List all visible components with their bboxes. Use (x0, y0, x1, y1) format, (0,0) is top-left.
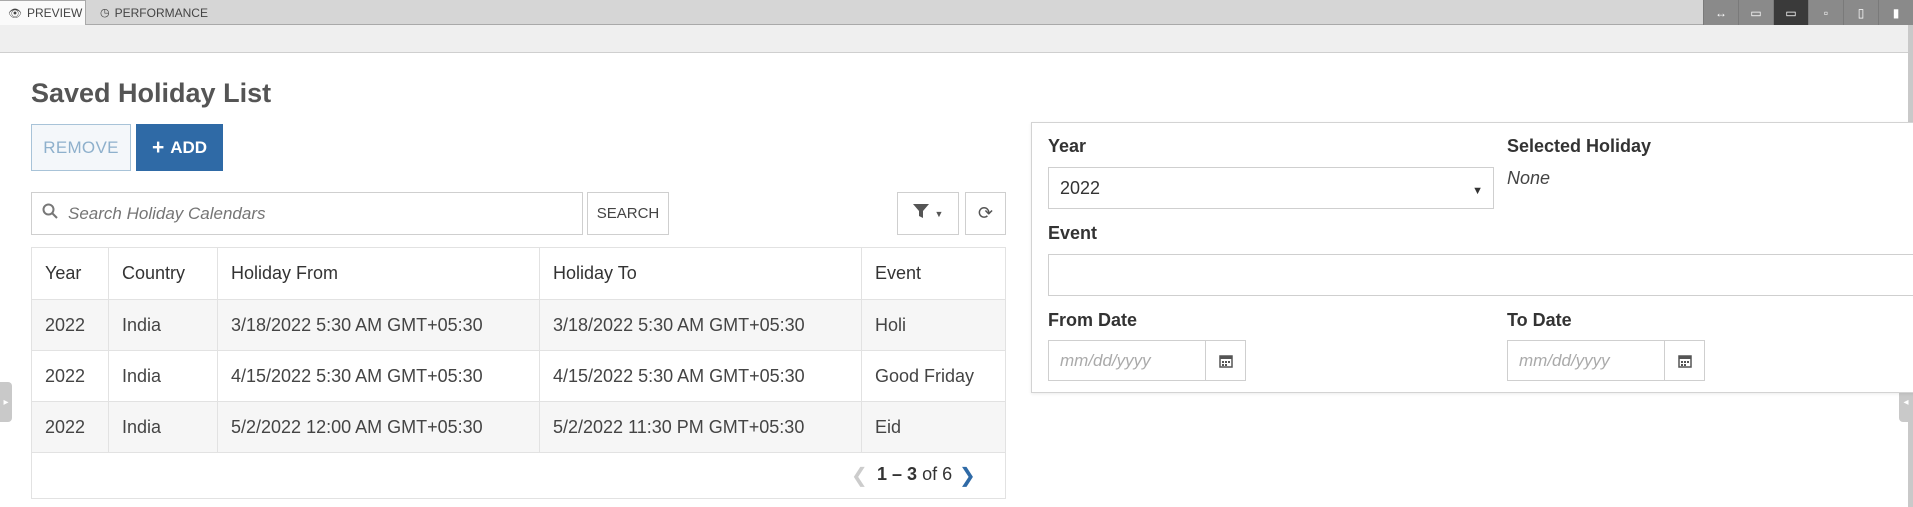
column-header-country[interactable]: Country (108, 247, 218, 300)
to-date-field[interactable]: mm/dd/yyyy (1507, 340, 1705, 381)
tab-performance[interactable]: ◷ PERFORMANCE (92, 0, 216, 25)
column-header-year[interactable]: Year (31, 247, 109, 300)
cell-event: Eid (861, 401, 1006, 453)
cell-holiday-to: 4/15/2022 5:30 AM GMT+05:30 (539, 350, 862, 402)
search-input[interactable] (68, 203, 548, 224)
refresh-icon: ⟳ (977, 203, 994, 223)
plus-icon: + (151, 135, 165, 159)
cell-holiday-to: 5/2/2022 11:30 PM GMT+05:30 (539, 401, 862, 453)
tab-preview[interactable]: 👁 PREVIEW (0, 0, 86, 25)
search-button[interactable]: SEARCH (587, 192, 669, 235)
column-header-holiday-from[interactable]: Holiday From (217, 247, 540, 300)
to-date-label: To Date (1507, 310, 1572, 330)
tab-performance-label: PERFORMANCE (114, 5, 208, 20)
cell-holiday-from: 3/18/2022 5:30 AM GMT+05:30 (217, 299, 540, 351)
cell-year: 2022 (31, 299, 109, 351)
refresh-button[interactable]: ⟳ (965, 192, 1006, 235)
cell-holiday-from: 4/15/2022 5:30 AM GMT+05:30 (217, 350, 540, 402)
cell-event: Holi (861, 299, 1006, 351)
desktop-wide-icon[interactable]: ▭ (1738, 0, 1773, 25)
column-header-event[interactable]: Event (861, 247, 1006, 300)
gauge-icon: ◷ (100, 7, 110, 19)
laptop-icon[interactable]: ▫ (1808, 0, 1843, 25)
calendar-icon[interactable] (1665, 341, 1704, 380)
preview-toolbar: 👁 PREVIEW ◷ PERFORMANCE ↔ ▭ ▭ ▫ ▯ ▮ (0, 0, 1913, 25)
cell-year: 2022 (31, 350, 109, 402)
cell-holiday-from: 5/2/2022 12:00 AM GMT+05:30 (217, 401, 540, 453)
remove-button[interactable]: REMOVE (31, 124, 131, 171)
mobile-icon[interactable]: ▮ (1878, 0, 1913, 25)
cell-country: India (108, 350, 218, 402)
eye-icon: 👁 (8, 7, 22, 20)
add-button[interactable]: + ADD (136, 124, 223, 171)
selected-holiday-value: None (1507, 168, 1551, 188)
caret-down-icon: ▼ (1472, 185, 1483, 197)
cell-holiday-to: 3/18/2022 5:30 AM GMT+05:30 (539, 299, 862, 351)
search-icon (42, 203, 58, 224)
pager: ❮ 1 – 3 of 6 ❯ (31, 453, 1006, 499)
table-row[interactable]: 2022 India 3/18/2022 5:30 AM GMT+05:30 3… (31, 299, 1006, 351)
pager-total: of 6 (922, 464, 953, 484)
preview-header-strip (0, 25, 1913, 53)
pager-info: 1 – 3 of 6 (877, 464, 952, 485)
year-select-value: 2022 (1060, 177, 1101, 198)
chevron-left-icon[interactable]: ❮ (851, 463, 868, 488)
cell-country: India (108, 299, 218, 351)
pager-range: 1 – 3 (877, 464, 918, 484)
year-select[interactable]: 2022 ▼ (1048, 167, 1494, 209)
table-row[interactable]: 2022 India 5/2/2022 12:00 AM GMT+05:30 5… (31, 401, 1006, 453)
year-label: Year (1048, 136, 1087, 156)
filter-icon (912, 204, 929, 223)
expand-left-handle[interactable]: ▸ (0, 382, 12, 422)
device-switcher: ↔ ▭ ▭ ▫ ▯ ▮ (1703, 0, 1913, 25)
calendar-icon[interactable] (1206, 341, 1245, 380)
chevron-down-icon: ▼ (934, 208, 944, 219)
fit-width-icon[interactable]: ↔ (1703, 0, 1738, 25)
filter-button[interactable]: ▼ (897, 192, 959, 235)
from-date-field[interactable]: mm/dd/yyyy (1048, 340, 1246, 381)
to-date-input[interactable]: mm/dd/yyyy (1508, 341, 1665, 380)
tablet-icon[interactable]: ▯ (1843, 0, 1878, 25)
page-title: Saved Holiday List (31, 78, 272, 108)
from-date-input[interactable]: mm/dd/yyyy (1049, 341, 1206, 380)
holiday-form-panel: Year 2022 ▼ Selected Holiday None Event … (1031, 122, 1913, 393)
selected-holiday-label: Selected Holiday (1507, 136, 1652, 156)
column-header-holiday-to[interactable]: Holiday To (539, 247, 862, 300)
table-row[interactable]: 2022 India 4/15/2022 5:30 AM GMT+05:30 4… (31, 350, 1006, 402)
search-box (31, 192, 583, 235)
from-date-label: From Date (1048, 310, 1138, 330)
event-field[interactable] (1048, 254, 1913, 296)
cell-country: India (108, 401, 218, 453)
chevron-right-icon[interactable]: ❯ (959, 463, 976, 488)
table-header-row: Year Country Holiday From Holiday To Eve… (31, 247, 1006, 300)
desktop-icon[interactable]: ▭ (1773, 0, 1808, 25)
tab-preview-label: PREVIEW (26, 6, 83, 20)
holiday-table: Year Country Holiday From Holiday To Eve… (31, 247, 1006, 453)
add-button-label: ADD (170, 137, 208, 157)
cell-event: Good Friday (861, 350, 1006, 402)
cell-year: 2022 (31, 401, 109, 453)
event-label: Event (1048, 223, 1098, 243)
